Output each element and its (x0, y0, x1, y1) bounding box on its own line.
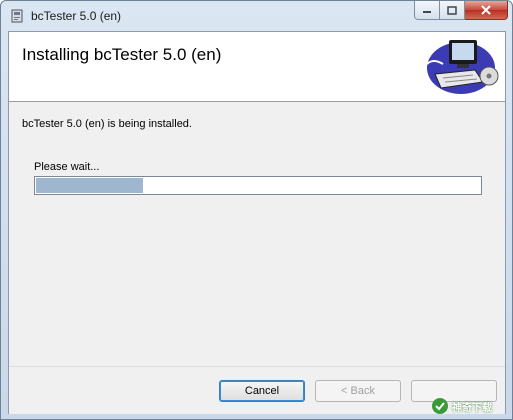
watermark-icon (432, 398, 448, 414)
maximize-button[interactable] (440, 1, 465, 20)
installer-window: bcTester 5.0 (en) Installing bcTester 5.… (0, 0, 513, 420)
close-icon (481, 5, 491, 15)
watermark-logo: 神奇下载 (431, 395, 511, 417)
computer-installer-icon (426, 40, 499, 94)
header-banner: Installing bcTester 5.0 (en) (9, 32, 505, 102)
page-title: Installing bcTester 5.0 (en) (22, 45, 222, 64)
wait-label: Please wait... (34, 161, 100, 173)
installer-app-icon (11, 9, 23, 23)
progress-fill (36, 178, 143, 193)
cancel-button[interactable]: Cancel (219, 380, 305, 402)
minimize-button[interactable] (414, 1, 440, 20)
minimize-icon (423, 11, 431, 13)
close-button[interactable] (465, 1, 508, 20)
watermark-text: 神奇下载 (452, 402, 492, 414)
install-progress-bar (34, 176, 482, 195)
status-message: bcTester 5.0 (en) is being installed. (22, 118, 192, 130)
back-button[interactable]: < Back (315, 380, 401, 402)
maximize-icon (447, 5, 457, 15)
window-title: bcTester 5.0 (en) (31, 9, 122, 23)
dialog-client-area: Installing bcTester 5.0 (en) bcTester 5.… (8, 31, 506, 414)
caption-buttons (414, 1, 508, 21)
title-bar[interactable]: bcTester 5.0 (en) (1, 1, 513, 31)
